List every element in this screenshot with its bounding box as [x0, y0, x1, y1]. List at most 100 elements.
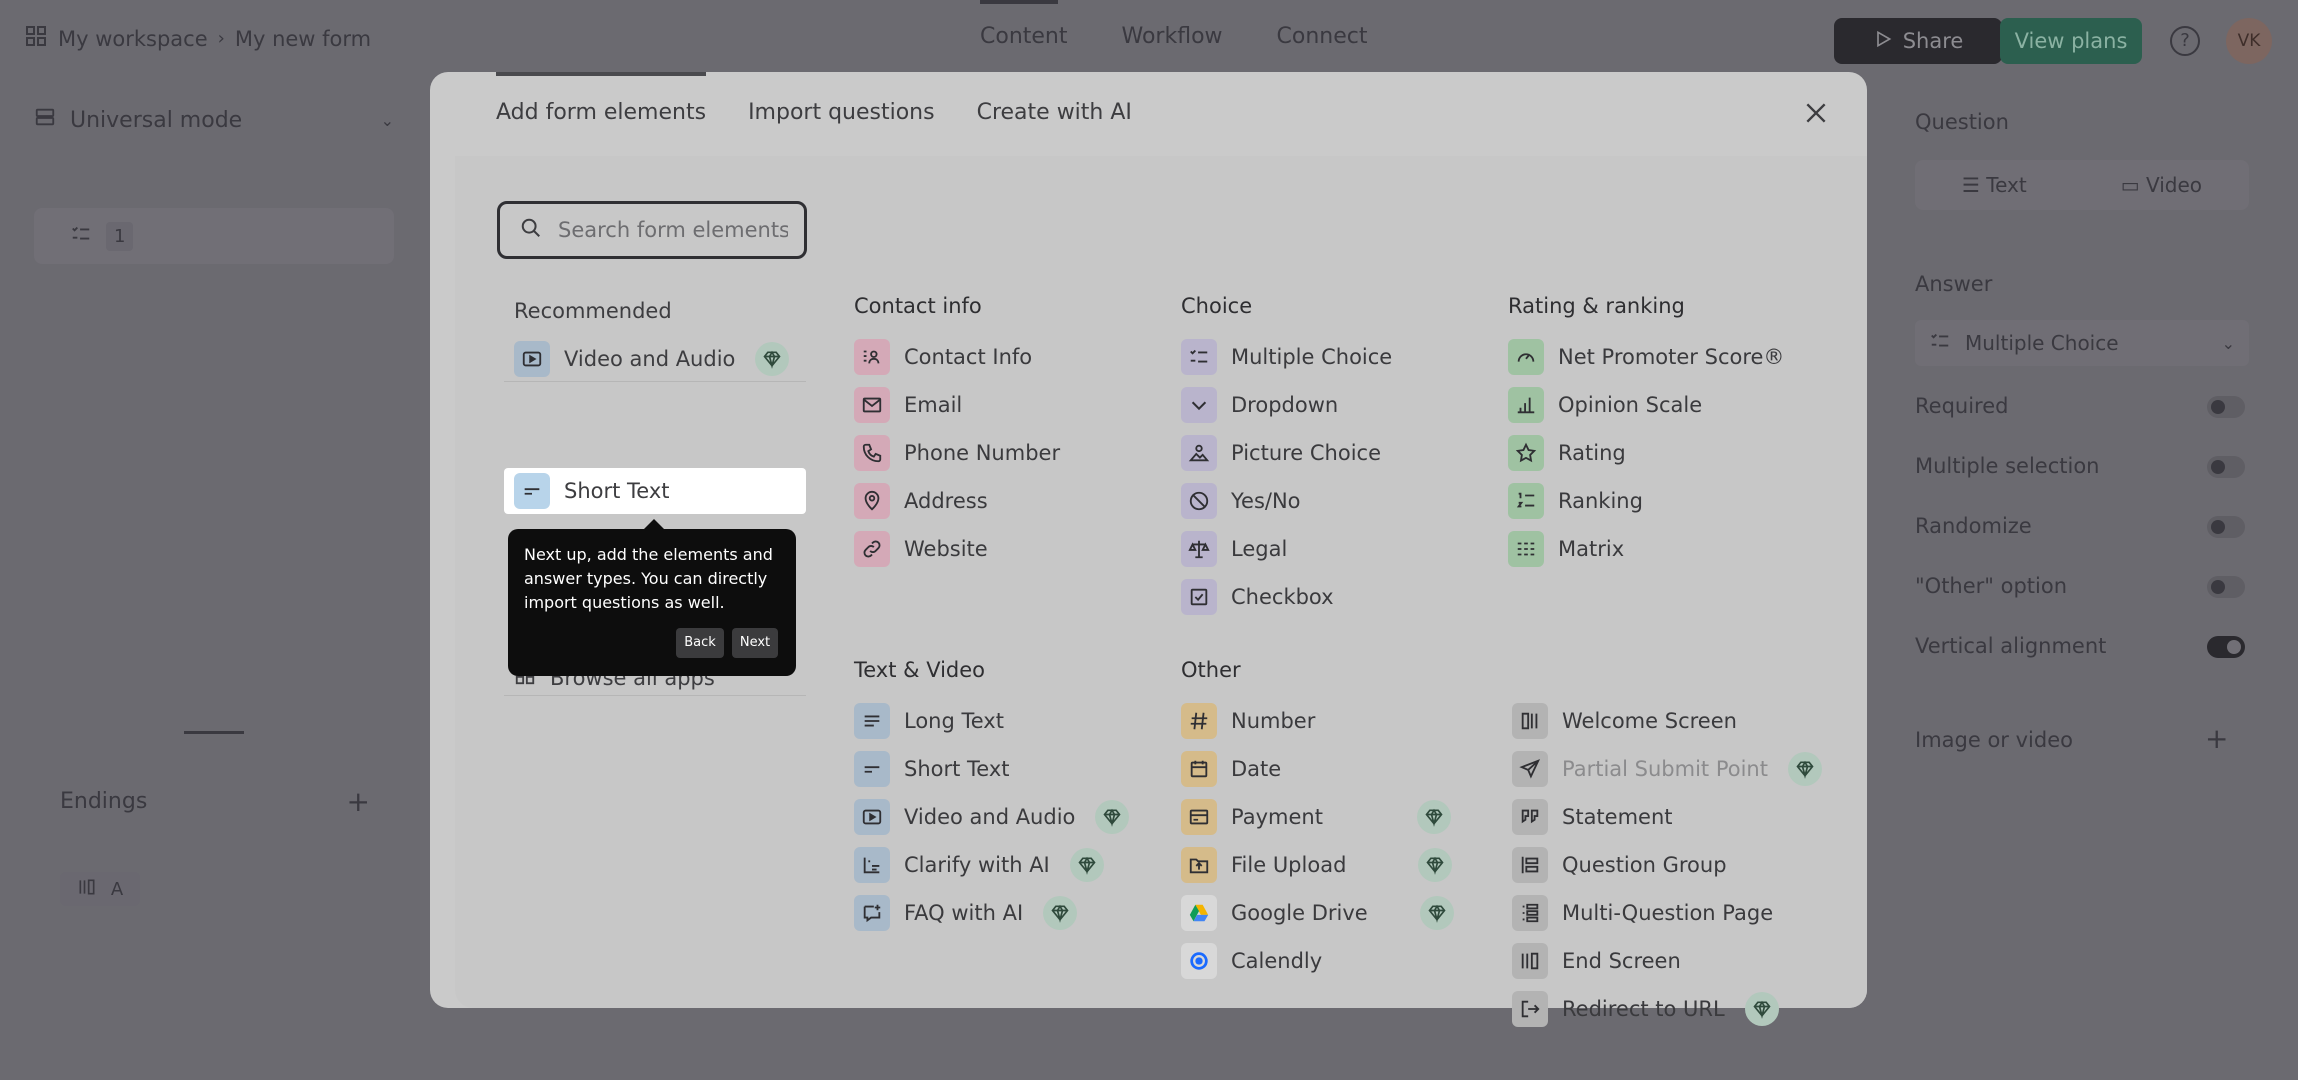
tab-import-questions[interactable]: Import questions [748, 72, 935, 152]
ending-item[interactable]: A [60, 872, 140, 906]
premium-badge-icon [1744, 992, 1779, 1026]
element-google-drive[interactable]: Google Drive [1181, 895, 1454, 931]
credit-card-icon [1181, 799, 1217, 835]
breadcrumb-form-name[interactable]: My new form [235, 27, 371, 51]
bar-chart-icon [1508, 387, 1544, 423]
quote-icon [1512, 799, 1548, 835]
element-payment[interactable]: Payment [1181, 799, 1451, 835]
question-list-item[interactable]: 1 [34, 208, 394, 264]
element-file-upload[interactable]: File Upload [1181, 847, 1453, 883]
element-phone-number[interactable]: Phone Number [854, 435, 1060, 471]
element-email[interactable]: Email [854, 387, 962, 423]
setting-required: Required [1915, 394, 2009, 418]
answer-type-select[interactable]: Multiple Choice ⌄ [1915, 320, 2249, 366]
star-icon [1508, 435, 1544, 471]
item-label: Short Text [564, 479, 670, 503]
picture-icon [1181, 435, 1217, 471]
endings-header: Endings + [60, 785, 370, 818]
email-icon [854, 387, 890, 423]
end-screen-icon [1512, 943, 1548, 979]
apps-grid-icon[interactable] [24, 24, 48, 53]
chat-sparkle-icon [854, 895, 890, 931]
element-website[interactable]: Website [854, 531, 988, 567]
required-toggle[interactable] [2207, 396, 2245, 418]
element-legal[interactable]: Legal [1181, 531, 1287, 567]
element-matrix[interactable]: Matrix [1508, 531, 1624, 567]
question-group-icon [1512, 847, 1548, 883]
ending-letter: A [110, 878, 124, 900]
element-yes-no[interactable]: Yes/No [1181, 483, 1301, 519]
checkbox-icon [1181, 579, 1217, 615]
vertical-alignment-toggle[interactable] [2207, 636, 2245, 658]
element-long-text[interactable]: Long Text [854, 703, 1004, 739]
other-option-toggle[interactable] [2207, 576, 2245, 598]
element-dropdown[interactable]: Dropdown [1181, 387, 1338, 423]
premium-badge-icon [1095, 800, 1130, 834]
element-contact-info[interactable]: Contact Info [854, 339, 1032, 375]
element-clarify-with-ai[interactable]: Clarify with AI [854, 847, 1104, 883]
nav-tab-content[interactable]: Content [980, 24, 1068, 49]
element-calendly[interactable]: Calendly [1181, 943, 1322, 979]
tab-add-form-elements[interactable]: Add form elements [496, 72, 707, 152]
randomize-toggle[interactable] [2207, 516, 2245, 538]
recommended-title: Recommended [514, 299, 672, 323]
element-partial-submit-point[interactable]: Partial Submit Point [1512, 751, 1822, 787]
recommended-item-short-text[interactable]: Short Text [504, 468, 806, 514]
element-multi-question-page[interactable]: Multi-Question Page [1512, 895, 1773, 931]
element-end-screen[interactable]: End Screen [1512, 943, 1681, 979]
premium-badge-icon [1787, 752, 1822, 786]
mode-selector[interactable]: Universal mode ⌄ [34, 102, 394, 138]
element-rating[interactable]: Rating [1508, 435, 1626, 471]
element-net-promoter-score[interactable]: Net Promoter Score® [1508, 339, 1784, 375]
element-faq-with-ai[interactable]: FAQ with AI [854, 895, 1078, 931]
element-question-group[interactable]: Question Group [1512, 847, 1727, 883]
element-date[interactable]: Date [1181, 751, 1281, 787]
element-redirect-to-url[interactable]: Redirect to URL [1512, 991, 1779, 1027]
phone-icon [854, 435, 890, 471]
scales-icon [1181, 531, 1217, 567]
nav-tab-connect[interactable]: Connect [1277, 24, 1368, 49]
video-icon [854, 799, 890, 835]
tab-text[interactable]: ☰ Text [1962, 173, 2027, 197]
close-icon[interactable] [1803, 100, 1829, 126]
chevron-down-icon: ⌄ [2221, 333, 2235, 353]
element-address[interactable]: Address [854, 483, 988, 519]
element-statement[interactable]: Statement [1512, 799, 1673, 835]
search-input[interactable] [558, 218, 788, 242]
search-icon [520, 217, 542, 243]
element-short-text[interactable]: Short Text [854, 751, 1010, 787]
tooltip-text: Next up, add the elements and answer typ… [524, 545, 773, 612]
setting-randomize: Randomize [1915, 514, 2032, 538]
add-ending-icon[interactable]: + [347, 785, 370, 818]
contact-card-icon [854, 339, 890, 375]
modal-tabs: Add form elements Import questions Creat… [496, 72, 1132, 152]
element-welcome-screen[interactable]: Welcome Screen [1512, 703, 1737, 739]
group-title-other: Other [1181, 658, 1241, 682]
multiple-selection-toggle[interactable] [2207, 456, 2245, 478]
premium-badge-icon [1419, 896, 1454, 930]
stack-icon [34, 106, 56, 134]
tooltip-back-button[interactable]: Back [676, 628, 724, 658]
onboarding-tooltip: Next up, add the elements and answer typ… [508, 519, 796, 676]
search-field[interactable] [497, 201, 807, 259]
item-label: Video and Audio [564, 346, 736, 371]
video-icon [514, 340, 550, 377]
short-text-icon [854, 751, 890, 787]
add-media-icon[interactable]: + [2205, 722, 2228, 755]
breadcrumb-workspace[interactable]: My workspace [58, 27, 208, 51]
element-number[interactable]: Number [1181, 703, 1315, 739]
element-ranking[interactable]: Ranking [1508, 483, 1643, 519]
tooltip-next-button[interactable]: Next [732, 628, 778, 658]
tab-video[interactable]: ▭ Video [2121, 173, 2202, 197]
recommended-item-video-audio[interactable]: Video and Audio [504, 336, 806, 382]
chevron-down-icon [1181, 387, 1217, 423]
element-opinion-scale[interactable]: Opinion Scale [1508, 387, 1702, 423]
tab-create-with-ai[interactable]: Create with AI [977, 72, 1132, 152]
element-video-audio[interactable]: Video and Audio [854, 799, 1130, 835]
answer-type-value: Multiple Choice [1965, 331, 2119, 355]
premium-badge-icon [755, 341, 790, 376]
nav-tab-workflow[interactable]: Workflow [1122, 24, 1223, 49]
element-checkbox[interactable]: Checkbox [1181, 579, 1334, 615]
element-multiple-choice[interactable]: Multiple Choice [1181, 339, 1392, 375]
element-picture-choice[interactable]: Picture Choice [1181, 435, 1381, 471]
